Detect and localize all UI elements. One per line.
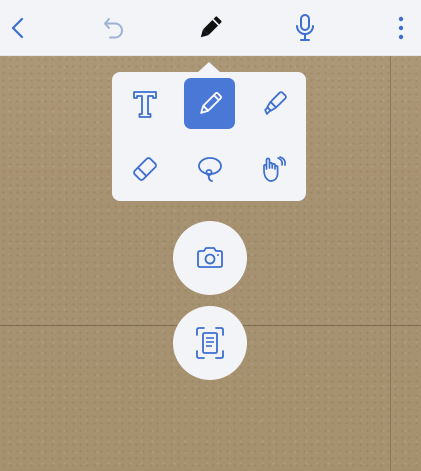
tool-lasso[interactable] [184,143,235,194]
tool-highlighter[interactable] [248,78,299,129]
more-vertical-icon [396,15,406,41]
undo-icon [101,15,127,41]
eraser-icon [129,153,161,185]
back-button[interactable] [0,10,36,46]
lasso-icon [194,153,226,185]
undo-button[interactable] [96,10,132,46]
camera-icon [195,245,225,271]
drawing-tools-button[interactable] [192,10,228,46]
highlighter-icon [258,88,290,120]
hand-icon [258,153,290,185]
camera-button[interactable] [173,221,247,295]
pencil-icon [195,13,225,43]
tool-text[interactable] [119,78,170,129]
tool-eraser[interactable] [119,143,170,194]
pen-icon [195,89,225,119]
tool-pen[interactable] [184,78,235,129]
page-edge-line [390,56,391,471]
more-options-button[interactable] [383,10,419,46]
scan-document-button[interactable] [173,306,247,380]
microphone-button[interactable] [287,10,323,46]
scan-document-icon [194,326,226,360]
drawing-tools-popover [112,72,306,201]
top-toolbar [0,0,421,56]
microphone-icon [293,13,317,43]
chevron-left-icon [8,16,28,40]
tool-hand[interactable] [248,143,299,194]
text-icon [131,89,159,119]
